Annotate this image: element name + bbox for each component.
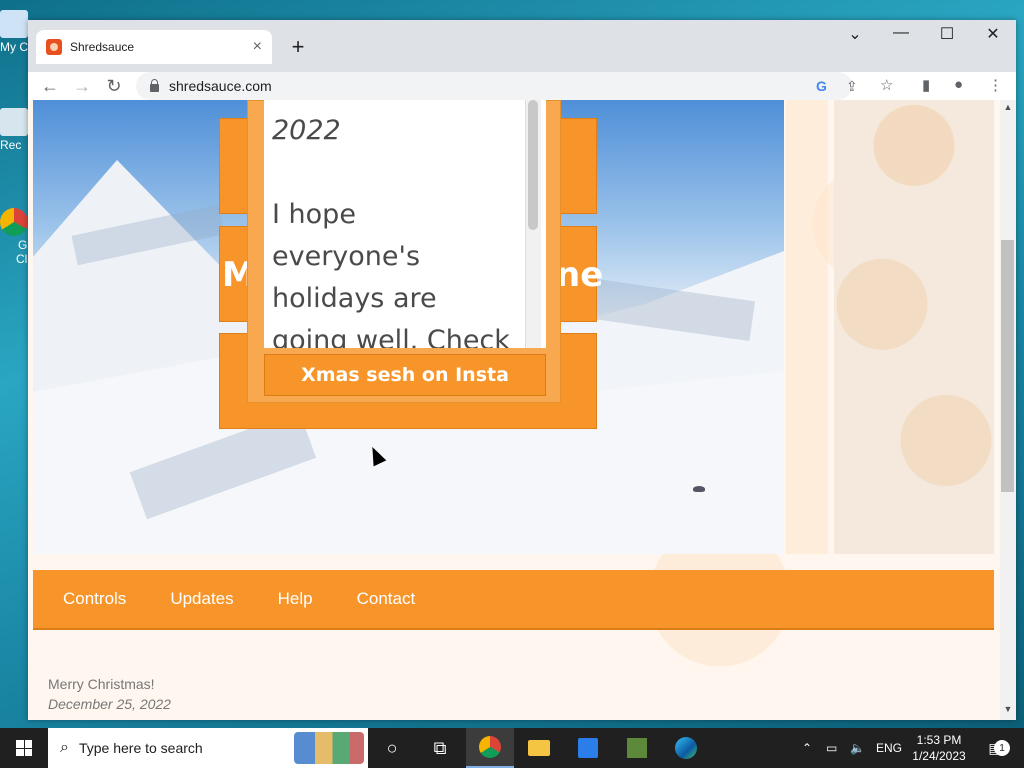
bookmark-star-icon[interactable]: ☆ — [880, 76, 893, 94]
language-indicator[interactable]: ENG — [876, 728, 902, 768]
nav-link-controls[interactable]: Controls — [63, 589, 126, 609]
minecraft-icon[interactable] — [613, 728, 661, 768]
search-placeholder[interactable]: Type here to search — [79, 740, 203, 756]
address-bar[interactable]: shredsauce.com G ⇪ — [136, 72, 858, 100]
search-icon: ⌕ — [60, 739, 69, 756]
tab-strip: Shredsauce × + ⌄ — ☐ ✕ — [28, 20, 1016, 72]
file-explorer-icon[interactable] — [515, 728, 563, 768]
desktop-icon-chrome[interactable]: G Cl — [0, 208, 30, 266]
edge-icon[interactable] — [662, 728, 710, 768]
desktop-icon-recycle-bin[interactable]: Rec — [0, 108, 30, 152]
minimize-button[interactable]: — — [878, 24, 924, 42]
desktop-icon-label: Rec — [0, 138, 22, 152]
task-view-icon[interactable]: ⧉ — [416, 728, 464, 768]
news-popup-content[interactable]: 2022 I hope everyone's holidays are goin… — [264, 100, 546, 348]
notification-count-badge: 1 — [994, 740, 1010, 756]
popup-line: I hope — [272, 199, 356, 230]
post-title: Merry Christmas! — [48, 676, 155, 692]
browser-toolbar: ← → ↻ shredsauce.com G ⇪ ☆ ▮ ● ⋮ — [28, 72, 1016, 100]
google-lens-icon[interactable]: G — [816, 78, 827, 94]
menu-icon[interactable]: ⋮ — [988, 76, 1003, 94]
post-date: December 25, 2022 — [48, 696, 171, 712]
store-icon[interactable] — [564, 728, 612, 768]
taskbar-search[interactable]: ⌕ Type here to search — [48, 728, 368, 768]
popup-line: 2022 — [272, 115, 341, 146]
clock-date: 1/24/2023 — [912, 749, 966, 763]
maximize-button[interactable]: ☐ — [924, 24, 970, 44]
tab-shredsauce[interactable]: Shredsauce × — [36, 30, 272, 64]
desktop-icon-label: My C — [0, 40, 28, 54]
lock-icon[interactable] — [150, 78, 159, 92]
share-icon[interactable]: ⇪ — [846, 78, 858, 95]
nav-link-help[interactable]: Help — [278, 589, 313, 609]
popup-line: everyone's — [272, 241, 421, 272]
new-tab-button[interactable]: + — [286, 34, 310, 60]
desktop-icon-label: Cl — [16, 252, 28, 266]
profile-icon[interactable]: ● — [954, 76, 963, 93]
popup-line: holidays are — [272, 283, 437, 314]
start-button[interactable] — [0, 728, 48, 768]
windows-logo-icon — [16, 740, 32, 756]
desktop-icon-label: G — [18, 238, 28, 252]
rock — [693, 486, 705, 492]
nav-link-contact[interactable]: Contact — [357, 589, 416, 609]
side-panel-icon[interactable]: ▮ — [922, 76, 930, 94]
clock-time: 1:53 PM — [916, 733, 962, 747]
scroll-down-icon[interactable]: ▼ — [1000, 704, 1016, 714]
sidebar-strip — [786, 100, 828, 554]
volume-icon[interactable]: 🔈 — [850, 728, 865, 768]
desktop-icon-my-computer[interactable]: My C — [0, 10, 30, 54]
xmas-sesh-insta-button[interactable]: Xmas sesh on Insta — [264, 354, 546, 396]
close-tab-icon[interactable]: × — [253, 38, 262, 56]
reload-button[interactable]: ↻ — [102, 74, 126, 98]
network-icon[interactable]: ▭ — [826, 728, 837, 768]
popup-line: going well. Check — [272, 325, 510, 348]
recycle-bin-icon — [0, 108, 28, 136]
scroll-up-icon[interactable]: ▲ — [1000, 102, 1016, 112]
computer-icon — [0, 10, 28, 38]
page-viewport: M ne 2022 I hope everyone's holidays are… — [28, 100, 1016, 720]
forward-button[interactable]: → — [70, 74, 94, 98]
nav-link-updates[interactable]: Updates — [170, 589, 233, 609]
show-hidden-icons[interactable]: ⌃ — [802, 728, 812, 768]
cortana-icon[interactable]: ○ — [368, 728, 416, 768]
popup-scrollbar-thumb[interactable] — [528, 100, 538, 230]
browser-window: Shredsauce × + ⌄ — ☐ ✕ ← → ↻ shredsauce.… — [28, 20, 1016, 720]
clock[interactable]: 1:53 PM 1/24/2023 — [906, 732, 972, 764]
chrome-taskbar-icon[interactable] — [466, 728, 514, 768]
taskbar: ⌕ Type here to search ○ ⧉ ⌃ ▭ 🔈 ENG 1:53… — [0, 728, 1024, 768]
tab-search-icon[interactable]: ⌄ — [832, 24, 878, 44]
page-scrollbar-thumb[interactable] — [1001, 240, 1014, 492]
search-highlight-image — [294, 732, 364, 764]
url-text[interactable]: shredsauce.com — [169, 78, 272, 94]
chrome-icon — [0, 208, 28, 236]
shredsauce-favicon-icon — [46, 39, 62, 55]
site-navbar: Controls Updates Help Contact — [33, 570, 994, 630]
tab-title: Shredsauce — [70, 40, 135, 54]
menu-block-right-text: ne — [556, 255, 604, 295]
back-button[interactable]: ← — [38, 74, 62, 98]
close-window-button[interactable]: ✕ — [970, 24, 1016, 44]
sidebar-panel — [834, 100, 994, 554]
